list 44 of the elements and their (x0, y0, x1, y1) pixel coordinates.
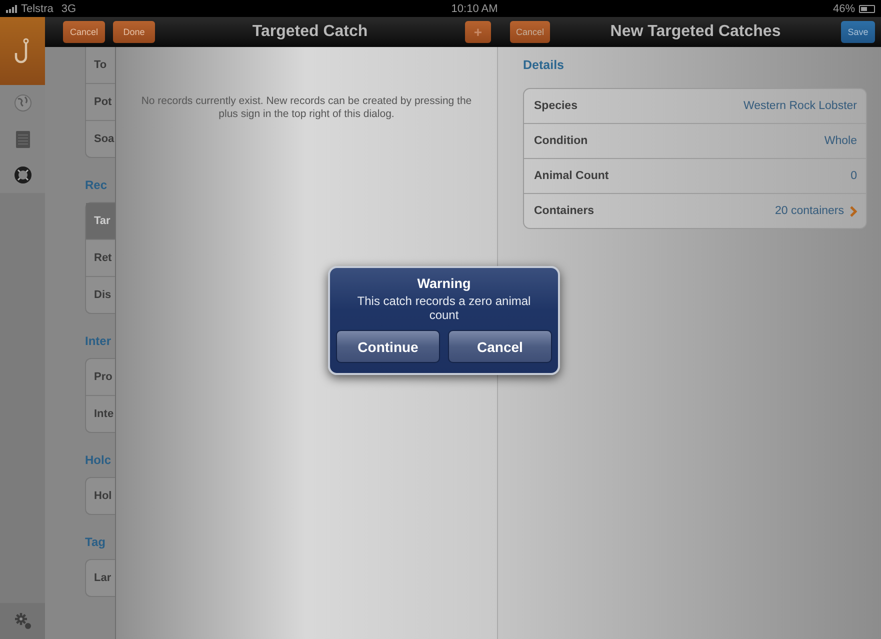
field-value: Western Rock Lobster (743, 100, 857, 112)
hook-tab[interactable] (0, 17, 45, 85)
record-list-item[interactable]: Lar (86, 560, 115, 596)
settings-icon[interactable] (14, 612, 32, 630)
add-button[interactable]: + (465, 21, 491, 43)
section-heading: Details (523, 57, 565, 74)
battery-icon (859, 4, 875, 12)
record-list-item[interactable]: Soa (86, 121, 115, 157)
field-value: Whole (824, 135, 857, 147)
network-type: 3G (61, 2, 76, 14)
battery-percent: 46% (832, 2, 855, 14)
field-link[interactable]: 20 containers (774, 205, 844, 217)
panel-title: New Targeted Catches (609, 23, 782, 41)
cancel-button[interactable]: Cancel (63, 21, 105, 43)
section-heading: Rec (85, 177, 108, 194)
dialog-message: This catch records a zero animal count (356, 294, 532, 322)
field-label: Containers (534, 205, 596, 217)
record-list-item[interactable]: Tar (86, 203, 115, 240)
field-label: Condition (534, 135, 589, 147)
field-value: 0 (850, 170, 857, 182)
lifebuoy-icon (14, 166, 32, 184)
hook-icon (14, 38, 32, 64)
chevron-icon (850, 206, 857, 216)
record-list-item[interactable]: Dis (86, 277, 115, 313)
field-label: Species (534, 100, 578, 112)
dialog-title: Warning (417, 276, 471, 291)
record-list-item[interactable]: Hol (86, 478, 115, 514)
signal-icon (6, 4, 17, 12)
globe-icon (14, 94, 32, 112)
field-label: Animal Count (534, 170, 610, 182)
section-heading: Inter (85, 333, 112, 350)
list-icon (16, 130, 30, 148)
carrier-name: Telstra (21, 2, 54, 14)
empty-message: No records currently exist. New records can be created by pressing the plus sign in the top right of this dialog. (140, 95, 473, 121)
section-heading: Holc (85, 452, 112, 469)
record-list-item[interactable]: Inte (86, 396, 115, 432)
clock-time: 10:10 AM (450, 2, 499, 14)
cancel-button[interactable]: Cancel (510, 21, 550, 43)
continue-button[interactable]: Continue (336, 330, 440, 363)
panel-title: Targeted Catch (251, 23, 369, 41)
section-heading: Tag (85, 534, 106, 551)
save-button[interactable]: Save (841, 21, 875, 43)
done-button[interactable]: Done (113, 21, 155, 43)
cancel-button[interactable]: Cancel (448, 330, 552, 363)
